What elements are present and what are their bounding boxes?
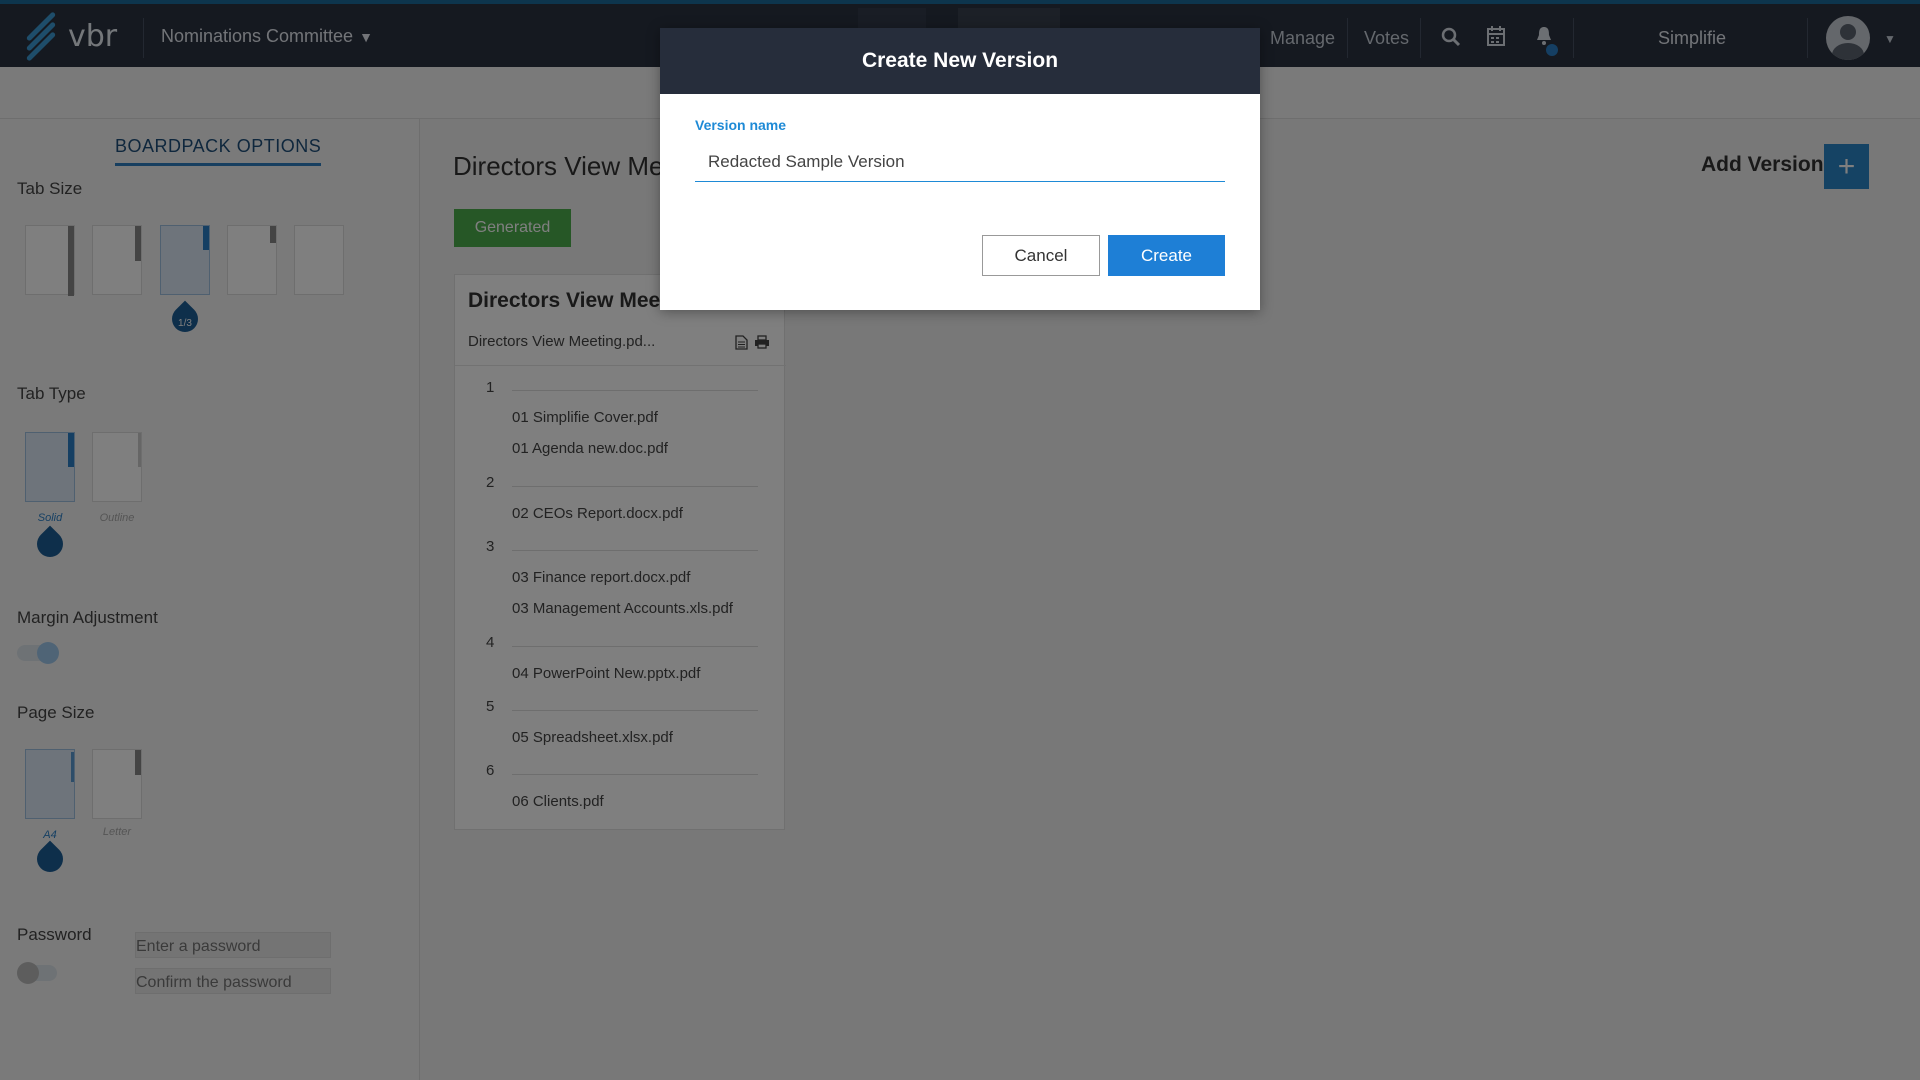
cancel-button[interactable]: Cancel xyxy=(982,235,1100,276)
version-name-label: Version name xyxy=(695,117,787,133)
dialog-title: Create New Version xyxy=(660,28,1260,94)
create-version-dialog: Create New Version Version name Cancel C… xyxy=(660,28,1260,310)
create-button[interactable]: Create xyxy=(1108,235,1225,276)
version-name-input[interactable] xyxy=(695,142,1225,182)
